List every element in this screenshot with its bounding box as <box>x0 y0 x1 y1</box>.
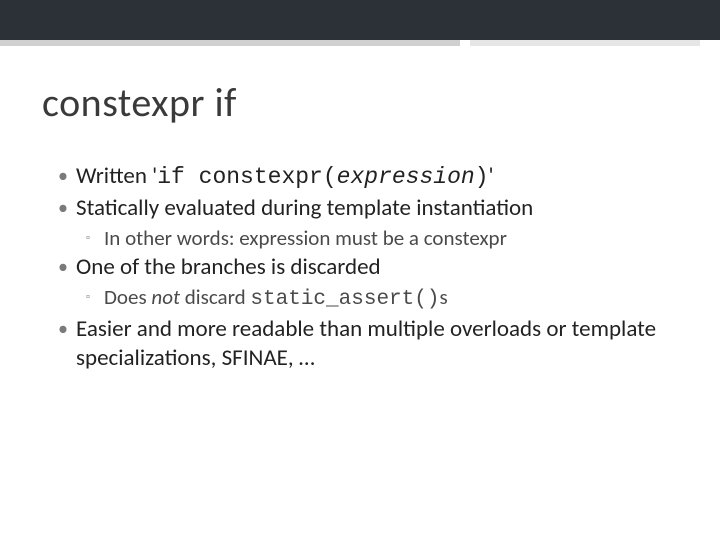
title-bar <box>0 0 720 40</box>
code-text: ) <box>475 164 489 190</box>
slide: constexpr if • Written 'if constexpr(exp… <box>0 0 720 540</box>
text: Easier and more readable than multiple o… <box>76 315 680 373</box>
bullet-easier-readable: • Easier and more readable than multiple… <box>58 315 680 373</box>
bullet-dot-icon: • <box>58 255 76 282</box>
bullet-written: • Written 'if constexpr(expression)' <box>58 162 680 192</box>
bullet-square-icon: ▫ <box>86 290 104 313</box>
text: Statically evaluated during template ins… <box>76 194 680 223</box>
text: Does <box>104 284 151 310</box>
slide-title: constexpr if <box>42 78 237 127</box>
code-italic: expression <box>337 164 475 190</box>
bullet-dot-icon: • <box>58 196 76 223</box>
subbullet-expression-constexpr: ▫ In other words: expression must be a c… <box>86 225 680 251</box>
subbullet-static-assert: ▫ Does not discard static_assert()s <box>86 284 680 313</box>
code-text: if constexpr( <box>157 164 336 190</box>
bullet-statically-evaluated: • Statically evaluated during template i… <box>58 194 680 223</box>
text: ' <box>489 162 494 190</box>
bullet-branch-discarded: • One of the branches is discarded <box>58 253 680 282</box>
bullet-square-icon: ▫ <box>86 231 104 251</box>
bullet-dot-icon: • <box>58 164 76 192</box>
bullet-dot-icon: • <box>58 317 76 373</box>
text: One of the branches is discarded <box>76 253 680 282</box>
code-text: static_assert() <box>250 288 439 311</box>
accent-line-left <box>0 40 460 46</box>
text: Written ' <box>76 162 157 190</box>
italic-text: not <box>151 284 180 310</box>
slide-body: • Written 'if constexpr(expression)' • S… <box>58 160 680 374</box>
accent-line-right <box>470 40 700 46</box>
text: s <box>439 284 447 310</box>
text: In other words: expression must be a con… <box>104 225 680 251</box>
text: discard <box>180 284 250 310</box>
